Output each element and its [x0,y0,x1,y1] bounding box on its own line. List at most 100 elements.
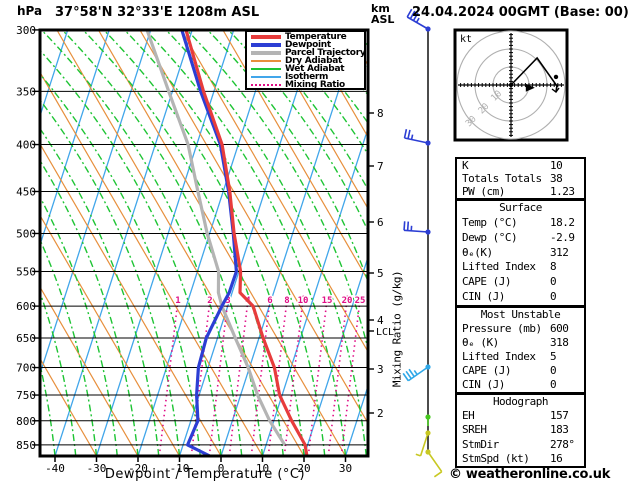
pressure-tick-label: 700 [16,362,36,375]
legend: Temperature Dewpoint Parcel Trajectory Dry … [245,30,366,90]
datetime-title: 24.04.2024 00GMT (Base: 00) [412,5,629,20]
isotherm-line [137,30,276,456]
table-row: StmSpd (kt) 16 [457,452,584,466]
x-axis-title: Dewpoint / Temperature (°C) [104,467,306,482]
mixing-ratio-value-label: 1 [175,296,180,306]
wind-barb-feather [403,221,406,231]
table-row-value: 312 [550,245,569,259]
pressure-tick-label: 850 [16,439,36,452]
table-row-label: EH [462,409,475,423]
isotherm-line [261,126,368,456]
table-row: EH 157 [457,409,584,423]
table-row: K 10 [457,159,584,172]
table-row: Pressure (mb) 600 [457,322,584,336]
table-row-value: 600 [550,322,569,335]
table-row-value: 18.2 [550,215,575,229]
table-row-label: SREH [462,423,487,437]
table-row-value: 157 [550,409,569,423]
indices-table-stability: K 10 Totals Totals 38 PW (cm) 1.23 [455,157,586,200]
hodograph-unit-label: kt [460,34,472,45]
table-row-label: Totals Totals [462,172,542,185]
table-row: Dewp (°C) -2.9 [457,231,584,246]
pressure-tick-label: 400 [16,139,36,152]
isotherm-line [54,30,193,456]
table-row-value: 1.23 [550,185,575,198]
table-row: Lifted Index 8 [457,260,584,275]
hodograph-panel: 102030kt [453,28,569,142]
table-row-value: 0 [550,364,557,377]
table-row-value: 0 [550,378,557,391]
pressure-tick-label: 750 [16,389,36,402]
wet-adiabat-line [207,30,368,284]
wind-barb-feather [433,471,443,478]
table-row-label: θₑ (K) [462,336,499,349]
table-row: StmDir 278° [457,438,584,452]
km-tick-label: 3 [377,363,384,376]
altitude-unit-asl: ASL [371,13,395,26]
table-row: CAPE (J) 0 [457,275,584,290]
pressure-tick-label: 650 [16,332,36,345]
mixing-ratio-value-label: 20 [342,296,353,306]
pressure-tick-label: 300 [16,24,36,37]
legend-swatch-parcel-trajectory [251,51,281,55]
indices-table-most-unstable: Most Unstable Pressure (mb) 600 θₑ (K) 318 Li… [455,306,586,394]
table-row-label: θₑ(K) [462,245,493,259]
table-row-label: StmSpd (kt) [462,451,530,465]
mixing-ratio-axis-label: Mixing Ratio (g/kg) [390,270,404,388]
pressure-tick-label: 350 [16,85,36,98]
mixing-ratio-line [250,294,272,456]
mixing-ratio-line [228,294,250,456]
table-row: CAPE (J) 0 [457,364,584,378]
pressure-unit-label: hPa [17,4,43,18]
mixing-ratio-value-label: 15 [322,296,333,306]
indices-table-hodograph: Hodograph EH 157 SREH 183 StmDir 278° StmSpd (k… [455,393,586,468]
legend-swatch-dry-adiabat [251,60,281,62]
table-row-label: Lifted Index [462,260,536,274]
wet-adiabat-line [227,30,368,233]
table-row-value: 5 [550,350,557,363]
pressure-tick-label: 450 [16,185,36,198]
wind-barb-stem [404,229,429,233]
table-row-value: 278° [550,437,575,451]
pressure-tick-label: 600 [16,300,36,313]
pressure-tick-label: 500 [16,227,36,240]
table-row-value: 0 [550,275,557,289]
mixing-ratio-value-label: 10 [298,296,309,306]
table-row-label: PW (cm) [462,185,505,198]
mixing-ratio-value-label: 2 [207,296,212,306]
table-row-label: CIN (J) [462,378,505,391]
wet-adiabat-line [40,290,77,456]
wind-barb [402,364,431,382]
table-row: SREH 183 [457,423,584,437]
indices-table-surface: Surface Temp (°C) 18.2 Dewp (°C) -2.9 θₑ(K) 31… [455,199,586,307]
parcel-trajectory-curve [145,29,287,446]
table-row: Temp (°C) 18.2 [457,216,584,231]
temperature-curve [184,29,309,457]
mixing-ratio-value-label: 6 [267,296,272,306]
km-tick-label: 5 [377,267,384,280]
isotherm-line [220,30,359,456]
table-row-value: 10 [550,159,563,172]
pressure-tick-label: 550 [16,265,36,278]
wind-barb-stem [427,451,443,473]
isotherm-line [303,255,368,456]
pressure-tick-label: 800 [16,415,36,428]
table-row: Totals Totals 38 [457,172,584,185]
table-row-value: 318 [550,336,569,349]
legend-swatch-wet-adiabat [251,68,281,70]
wind-barb-feather [403,129,408,139]
table-row-label: K [462,159,469,172]
table-row: θₑ (K) 318 [457,336,584,350]
mixing-ratio-line [158,294,180,456]
mixing-ratio-line [283,294,305,456]
table-row: θₑ(K) 312 [457,246,584,261]
table-row-value: 38 [550,172,563,185]
wind-barb-feather [407,129,411,139]
altitude-unit-label: km ASL [371,3,394,25]
wind-barb [403,221,431,235]
table-row-label: CAPE (J) [462,275,511,289]
hodograph-end-dot [553,74,559,80]
table-row-label: CIN (J) [462,290,505,304]
table-row: PW (cm) 1.23 [457,185,584,198]
table-row: Lifted Index 5 [457,350,584,364]
